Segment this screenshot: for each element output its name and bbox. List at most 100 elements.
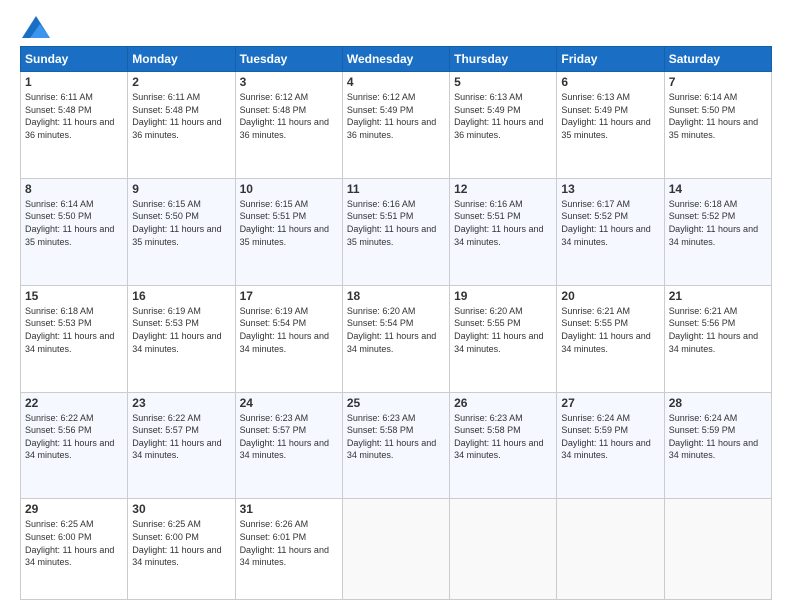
- day-info: Sunrise: 6:17 AMSunset: 5:52 PMDaylight:…: [561, 199, 650, 247]
- col-sunday: Sunday: [21, 47, 128, 72]
- day-info: Sunrise: 6:23 AMSunset: 5:57 PMDaylight:…: [240, 413, 329, 461]
- day-number: 4: [347, 75, 445, 89]
- day-number: 27: [561, 396, 659, 410]
- day-info: Sunrise: 6:11 AMSunset: 5:48 PMDaylight:…: [25, 92, 114, 140]
- day-number: 10: [240, 182, 338, 196]
- day-info: Sunrise: 6:24 AMSunset: 5:59 PMDaylight:…: [669, 413, 758, 461]
- table-row: 15 Sunrise: 6:18 AMSunset: 5:53 PMDayligh…: [21, 285, 128, 392]
- day-info: Sunrise: 6:15 AMSunset: 5:50 PMDaylight:…: [132, 199, 221, 247]
- day-info: Sunrise: 6:23 AMSunset: 5:58 PMDaylight:…: [347, 413, 436, 461]
- day-number: 25: [347, 396, 445, 410]
- col-saturday: Saturday: [664, 47, 771, 72]
- day-info: Sunrise: 6:11 AMSunset: 5:48 PMDaylight:…: [132, 92, 221, 140]
- table-row: 20 Sunrise: 6:21 AMSunset: 5:55 PMDayligh…: [557, 285, 664, 392]
- day-info: Sunrise: 6:25 AMSunset: 6:00 PMDaylight:…: [132, 519, 221, 567]
- day-info: Sunrise: 6:25 AMSunset: 6:00 PMDaylight:…: [25, 519, 114, 567]
- day-number: 17: [240, 289, 338, 303]
- col-friday: Friday: [557, 47, 664, 72]
- day-number: 5: [454, 75, 552, 89]
- table-row: 8 Sunrise: 6:14 AMSunset: 5:50 PMDaylight…: [21, 178, 128, 285]
- table-row: 7Sunrise: 6:14 AMSunset: 5:50 PMDaylight…: [664, 72, 771, 179]
- day-number: 14: [669, 182, 767, 196]
- day-info: Sunrise: 6:21 AMSunset: 5:55 PMDaylight:…: [561, 306, 650, 354]
- day-number: 19: [454, 289, 552, 303]
- day-info: Sunrise: 6:12 AMSunset: 5:49 PMDaylight:…: [347, 92, 436, 140]
- day-info: Sunrise: 6:19 AMSunset: 5:53 PMDaylight:…: [132, 306, 221, 354]
- day-info: Sunrise: 6:18 AMSunset: 5:53 PMDaylight:…: [25, 306, 114, 354]
- table-row: 5 Sunrise: 6:13 AMSunset: 5:49 PMDaylight…: [450, 72, 557, 179]
- col-tuesday: Tuesday: [235, 47, 342, 72]
- page: Sunday Monday Tuesday Wednesday Thursday…: [0, 0, 792, 612]
- table-row: 24 Sunrise: 6:23 AMSunset: 5:57 PMDayligh…: [235, 392, 342, 499]
- table-row: 30 Sunrise: 6:25 AMSunset: 6:00 PMDayligh…: [128, 499, 235, 600]
- col-wednesday: Wednesday: [342, 47, 449, 72]
- day-number: 11: [347, 182, 445, 196]
- table-row: 18 Sunrise: 6:20 AMSunset: 5:54 PMDayligh…: [342, 285, 449, 392]
- day-info: Sunrise: 6:20 AMSunset: 5:55 PMDaylight:…: [454, 306, 543, 354]
- day-number: 24: [240, 396, 338, 410]
- day-info: Sunrise: 6:13 AMSunset: 5:49 PMDaylight:…: [561, 92, 650, 140]
- day-info: Sunrise: 6:26 AMSunset: 6:01 PMDaylight:…: [240, 519, 329, 567]
- table-row: 26 Sunrise: 6:23 AMSunset: 5:58 PMDayligh…: [450, 392, 557, 499]
- table-row: 27Sunrise: 6:24 AMSunset: 5:59 PMDayligh…: [557, 392, 664, 499]
- day-info: Sunrise: 6:16 AMSunset: 5:51 PMDaylight:…: [454, 199, 543, 247]
- table-row: 16 Sunrise: 6:19 AMSunset: 5:53 PMDayligh…: [128, 285, 235, 392]
- header: [20, 16, 772, 38]
- day-number: 15: [25, 289, 123, 303]
- day-info: Sunrise: 6:16 AMSunset: 5:51 PMDaylight:…: [347, 199, 436, 247]
- day-number: 16: [132, 289, 230, 303]
- table-row: 17 Sunrise: 6:19 AMSunset: 5:54 PMDayligh…: [235, 285, 342, 392]
- table-row: 9 Sunrise: 6:15 AMSunset: 5:50 PMDaylight…: [128, 178, 235, 285]
- logo: [20, 16, 50, 38]
- table-row: [342, 499, 449, 600]
- table-row: 31Sunrise: 6:26 AMSunset: 6:01 PMDayligh…: [235, 499, 342, 600]
- day-number: 28: [669, 396, 767, 410]
- table-row: [664, 499, 771, 600]
- table-row: 28 Sunrise: 6:24 AMSunset: 5:59 PMDayligh…: [664, 392, 771, 499]
- day-info: Sunrise: 6:23 AMSunset: 5:58 PMDaylight:…: [454, 413, 543, 461]
- table-row: 4 Sunrise: 6:12 AMSunset: 5:49 PMDaylight…: [342, 72, 449, 179]
- table-row: 21 Sunrise: 6:21 AMSunset: 5:56 PMDayligh…: [664, 285, 771, 392]
- day-info: Sunrise: 6:13 AMSunset: 5:49 PMDaylight:…: [454, 92, 543, 140]
- day-info: Sunrise: 6:22 AMSunset: 5:56 PMDaylight:…: [25, 413, 114, 461]
- table-row: 10 Sunrise: 6:15 AMSunset: 5:51 PMDayligh…: [235, 178, 342, 285]
- day-info: Sunrise: 6:22 AMSunset: 5:57 PMDaylight:…: [132, 413, 221, 461]
- day-number: 7: [669, 75, 767, 89]
- day-number: 21: [669, 289, 767, 303]
- day-number: 18: [347, 289, 445, 303]
- day-number: 20: [561, 289, 659, 303]
- calendar-header-row: Sunday Monday Tuesday Wednesday Thursday…: [21, 47, 772, 72]
- day-number: 6: [561, 75, 659, 89]
- day-number: 2: [132, 75, 230, 89]
- day-info: Sunrise: 6:18 AMSunset: 5:52 PMDaylight:…: [669, 199, 758, 247]
- table-row: 23 Sunrise: 6:22 AMSunset: 5:57 PMDayligh…: [128, 392, 235, 499]
- day-number: 9: [132, 182, 230, 196]
- day-number: 12: [454, 182, 552, 196]
- table-row: 1 Sunrise: 6:11 AMSunset: 5:48 PMDaylight…: [21, 72, 128, 179]
- day-info: Sunrise: 6:20 AMSunset: 5:54 PMDaylight:…: [347, 306, 436, 354]
- day-number: 22: [25, 396, 123, 410]
- table-row: 29 Sunrise: 6:25 AMSunset: 6:00 PMDayligh…: [21, 499, 128, 600]
- day-number: 13: [561, 182, 659, 196]
- day-info: Sunrise: 6:19 AMSunset: 5:54 PMDaylight:…: [240, 306, 329, 354]
- day-info: Sunrise: 6:12 AMSunset: 5:48 PMDaylight:…: [240, 92, 329, 140]
- day-info: Sunrise: 6:15 AMSunset: 5:51 PMDaylight:…: [240, 199, 329, 247]
- logo-icon: [22, 16, 50, 38]
- day-number: 29: [25, 502, 123, 516]
- table-row: 12 Sunrise: 6:16 AMSunset: 5:51 PMDayligh…: [450, 178, 557, 285]
- day-info: Sunrise: 6:14 AMSunset: 5:50 PMDaylight:…: [25, 199, 114, 247]
- table-row: 3Sunrise: 6:12 AMSunset: 5:48 PMDaylight…: [235, 72, 342, 179]
- table-row: 25 Sunrise: 6:23 AMSunset: 5:58 PMDayligh…: [342, 392, 449, 499]
- day-number: 26: [454, 396, 552, 410]
- table-row: 2 Sunrise: 6:11 AMSunset: 5:48 PMDaylight…: [128, 72, 235, 179]
- day-number: 23: [132, 396, 230, 410]
- day-number: 1: [25, 75, 123, 89]
- day-number: 8: [25, 182, 123, 196]
- table-row: 14 Sunrise: 6:18 AMSunset: 5:52 PMDayligh…: [664, 178, 771, 285]
- day-number: 30: [132, 502, 230, 516]
- table-row: [557, 499, 664, 600]
- table-row: 22 Sunrise: 6:22 AMSunset: 5:56 PMDayligh…: [21, 392, 128, 499]
- table-row: 19 Sunrise: 6:20 AMSunset: 5:55 PMDayligh…: [450, 285, 557, 392]
- table-row: [450, 499, 557, 600]
- day-info: Sunrise: 6:21 AMSunset: 5:56 PMDaylight:…: [669, 306, 758, 354]
